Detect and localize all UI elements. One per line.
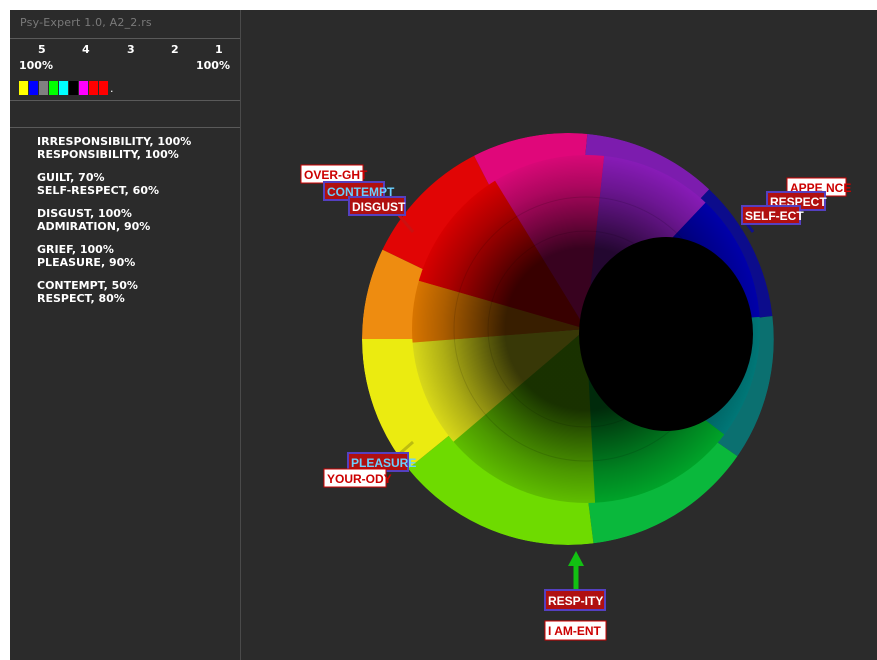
label-i-am: I AM-ENT [544,620,607,641]
pair-positive: RESPONSIBILITY, 100% [37,148,179,161]
color-swatch [49,81,58,95]
window-title: Psy-Expert 1.0, A2_2.rs [20,16,152,29]
divider [10,38,240,39]
color-swatch [39,81,48,95]
level-4: 4 [82,43,90,56]
level-1: 1 [215,43,223,56]
pair-negative: GUILT, 70% [37,171,105,184]
color-swatch [79,81,88,95]
pair-negative: DISGUST, 100% [37,207,132,220]
color-wheel-canvas[interactable]: OVER-GHT CONTEMPT DISGUST APPE NCE RESPE… [241,10,877,660]
label-over: OVER-GHT [300,164,368,184]
sidebar-panel: Psy-Expert 1.0, A2_2.rs 5 4 3 2 1 100% 1… [10,10,241,660]
divider [10,127,240,128]
pair-negative: CONTEMPT, 50% [37,279,138,292]
label-responsibility: RESP-ITY [544,589,606,611]
label-pleasure: PLEASURE [347,452,416,472]
color-swatch [99,81,108,95]
label-i-am-text: I AM-ENT [548,624,602,638]
label-disgust: DISGUST [348,196,406,216]
pair-positive: RESPECT, 80% [37,292,125,305]
color-swatch [59,81,68,95]
label-over-text: OVER-GHT [304,168,368,182]
color-swatch [69,81,78,95]
wheel-center [579,237,753,431]
color-swatch [19,81,28,95]
pair-item: CONTEMPT, 50% RESPECT, 80% [37,279,237,305]
color-swatch [89,81,98,95]
app-window: Psy-Expert 1.0, A2_2.rs 5 4 3 2 1 100% 1… [10,10,877,660]
pair-positive: ADMIRATION, 90% [37,220,151,233]
label-responsibility-text: RESP-ITY [548,594,603,608]
swatch-end-dot: . [110,82,114,95]
emotion-pairs-list: IRRESPONSIBILITY, 100% RESPONSIBILITY, 1… [37,135,237,315]
pair-negative: IRRESPONSIBILITY, 100% [37,135,192,148]
left-percent: 100% [19,59,53,72]
pair-item: GUILT, 70% SELF-RESPECT, 60% [37,171,237,197]
pair-item: DISGUST, 100% ADMIRATION, 90% [37,207,237,233]
label-self-respect: SELF-ECT [741,205,804,225]
label-disgust-text: DISGUST [352,200,406,214]
label-self-respect-text: SELF-ECT [745,209,804,223]
arrow-bottom [568,551,584,590]
level-2: 2 [171,43,179,56]
color-swatch [29,81,38,95]
level-3: 3 [127,43,135,56]
divider [10,100,240,101]
label-your-body: YOUR-ODY [323,468,392,488]
pair-positive: SELF-RESPECT, 60% [37,184,160,197]
label-your-body-text: YOUR-ODY [327,472,392,486]
pair-negative: GRIEF, 100% [37,243,114,256]
pair-item: IRRESPONSIBILITY, 100% RESPONSIBILITY, 1… [37,135,237,161]
pair-positive: PLEASURE, 90% [37,256,136,269]
right-percent: 100% [196,59,230,72]
label-pleasure-text: PLEASURE [351,456,416,470]
level-5: 5 [38,43,46,56]
pair-item: GRIEF, 100% PLEASURE, 90% [37,243,237,269]
